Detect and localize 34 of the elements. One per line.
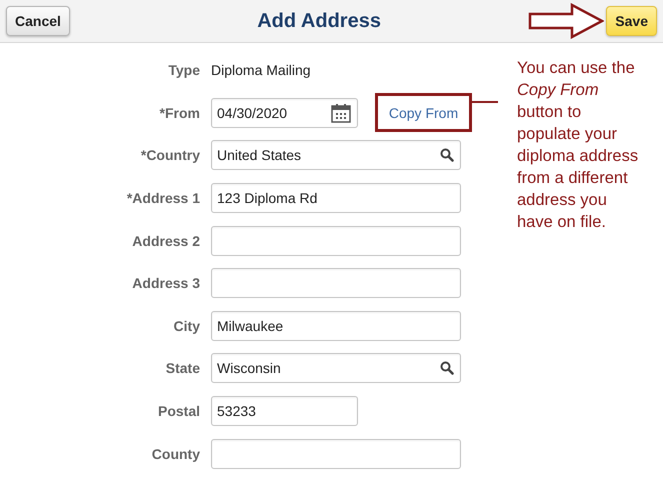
cancel-button[interactable]: Cancel — [6, 6, 70, 36]
calendar-icon[interactable] — [331, 102, 351, 123]
input-field[interactable]: Milwaukee — [211, 310, 461, 341]
field-label: *Address 1 — [126, 190, 201, 206]
save-button[interactable]: Save — [606, 6, 657, 36]
field-label: *Country — [140, 147, 201, 164]
input-field[interactable]: 04/30/2020 — [211, 98, 358, 128]
search-icon[interactable] — [440, 148, 454, 162]
input-field[interactable]: 123 Diploma Rd — [211, 183, 461, 214]
field-value: Milwaukee — [217, 318, 284, 334]
field-value: Wisconsin — [217, 360, 282, 376]
field-value: 123 Diploma Rd — [217, 190, 318, 206]
input-field[interactable] — [211, 268, 461, 298]
input-field[interactable]: Wisconsin — [211, 353, 461, 384]
field-value: 53233 — [217, 403, 257, 420]
input-field[interactable]: 53233 — [211, 396, 358, 426]
field-label: Address 3 — [131, 275, 201, 292]
field-label: *From — [158, 104, 201, 121]
callout-text: You can use the Copy From button to populate your diploma address from a different address you have on file. — [517, 58, 640, 233]
input-field[interactable]: United States — [211, 140, 461, 170]
input-field[interactable] — [211, 438, 461, 469]
field-value: 04/30/2020 — [217, 104, 288, 121]
field-label: Type — [167, 62, 201, 78]
field-label: Address 2 — [131, 232, 201, 249]
search-icon[interactable] — [440, 361, 454, 376]
field-label: State — [164, 360, 201, 376]
page-title: Add Address — [256, 10, 382, 32]
field-label: Postal — [156, 403, 201, 420]
input-field[interactable] — [211, 226, 461, 256]
field-label: City — [172, 318, 201, 334]
copy-from-link[interactable]: Copy From — [388, 104, 458, 121]
field-value: United States — [217, 147, 302, 164]
type-value: Diploma Mailing — [211, 62, 311, 78]
field-label: County — [150, 446, 201, 462]
